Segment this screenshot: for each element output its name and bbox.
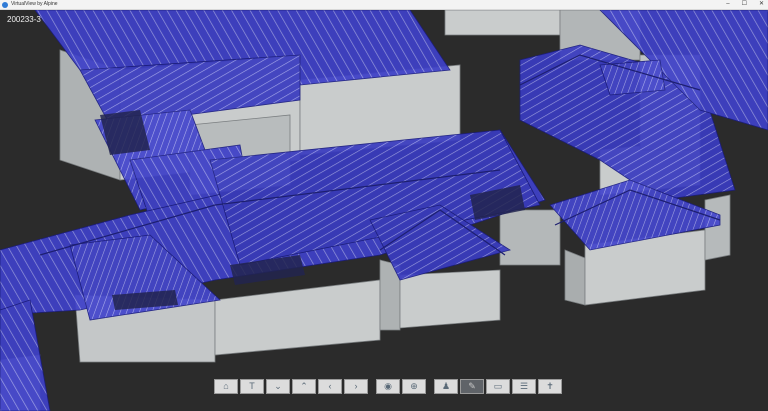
chevron-right-icon: › (354, 381, 358, 391)
person-icon: ♟ (441, 381, 451, 391)
layers-icon: ☰ (519, 381, 529, 391)
edit-icon: ✎ (468, 381, 476, 391)
title-bar: VirtualView by Alpine – ☐ ✕ (0, 0, 768, 10)
chevron-left-icon: ‹ (328, 381, 332, 391)
measure-icon: ▭ (493, 381, 503, 391)
chevron-up-icon: ⌃ (300, 381, 308, 391)
roof-truss-model (0, 10, 768, 411)
move-down-button[interactable]: ⌄ (266, 379, 290, 394)
home-button[interactable]: ⌂ (214, 379, 238, 394)
3d-viewport[interactable] (0, 10, 768, 411)
next-button[interactable]: › (344, 379, 368, 394)
previous-button[interactable]: ‹ (318, 379, 342, 394)
top-view-button[interactable]: T (240, 379, 264, 394)
visibility-button[interactable]: ◉ (376, 379, 400, 394)
minimize-button[interactable]: – (726, 0, 729, 9)
project-label: 200233-3 (7, 15, 41, 24)
app-logo-icon (2, 1, 8, 8)
measure-button[interactable]: ▭ (486, 379, 510, 394)
edit-button[interactable]: ✎ (460, 379, 484, 394)
window-controls: – ☐ ✕ (726, 0, 764, 9)
chevron-down-icon: ⌄ (274, 381, 282, 391)
top-view-icon: T (249, 381, 255, 391)
move-up-button[interactable]: ⌃ (292, 379, 316, 394)
home-icon: ⌂ (223, 381, 229, 391)
person-view-button[interactable]: ♟ (434, 379, 458, 394)
maximize-button[interactable]: ☐ (742, 0, 747, 9)
layers-button[interactable]: ☰ (512, 379, 536, 394)
close-button[interactable]: ✕ (759, 0, 764, 9)
navigation-toolbar: ⌂ T ⌄ ⌃ ‹ › ◉ ⊕ ♟ ✎ ▭ ☰ ✝ (214, 379, 562, 394)
zoom-button[interactable]: ⊕ (402, 379, 426, 394)
window-title: VirtualView by Alpine (11, 1, 58, 7)
zoom-icon: ⊕ (410, 381, 418, 391)
eye-icon: ◉ (384, 381, 392, 391)
walk-icon: ✝ (546, 381, 554, 391)
walk-mode-button[interactable]: ✝ (538, 379, 562, 394)
